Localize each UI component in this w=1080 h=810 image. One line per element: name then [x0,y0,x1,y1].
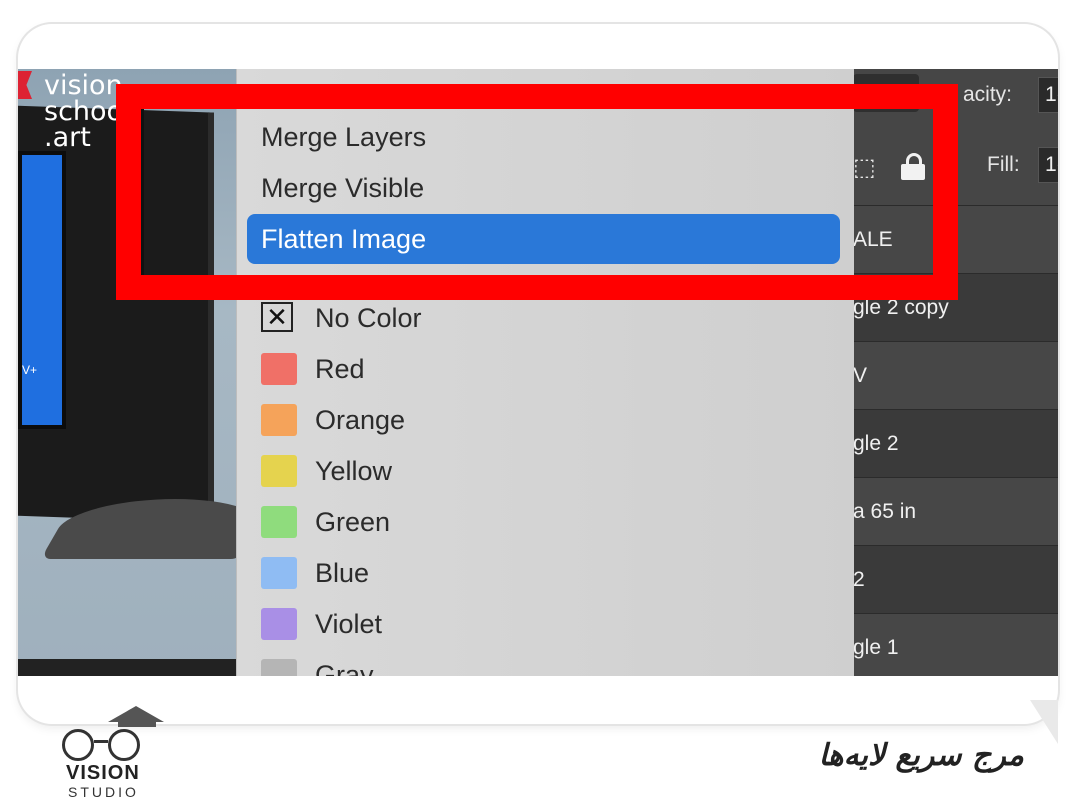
tv-screen [18,151,66,429]
color-item-yellow[interactable]: Yellow [261,451,821,491]
graduation-cap-icon [108,706,164,722]
violet-swatch [261,608,297,640]
opacity-label: acity: [963,83,1013,106]
color-item-no-color[interactable]: ✕ No Color [261,298,821,338]
close-icon: ✕ [261,302,293,332]
card-tail [1030,700,1058,744]
brand-logo: VISION STUDIO [54,704,164,804]
fill-label: Fill: [987,153,1020,176]
tv-label: V+ [22,363,38,377]
layer-row[interactable]: gle 1 [853,613,1058,676]
gray-swatch [261,659,297,676]
fill-field[interactable]: 1( [1038,147,1058,183]
opacity-field[interactable]: 1( [1038,77,1058,113]
layer-row[interactable]: V [853,341,1058,409]
red-swatch [261,353,297,385]
caption-text: مرج سریع لایه‌ها [818,738,1024,773]
color-item-blue[interactable]: Blue [261,553,821,593]
glasses-icon [108,729,140,761]
color-item-gray[interactable]: Gray [261,655,821,676]
red-logo-icon [18,71,32,99]
color-label: Violet [315,609,383,639]
color-item-orange[interactable]: Orange [261,400,821,440]
color-label: Gray [315,660,374,676]
brand-title: VISION [66,762,140,784]
color-item-green[interactable]: Green [261,502,821,542]
layer-row[interactable]: 2 [853,545,1058,613]
color-label: Yellow [315,456,393,486]
layer-row[interactable]: gle 2 [853,409,1058,477]
color-label: Red [315,354,365,384]
glasses-bridge [94,740,108,743]
orange-swatch [261,404,297,436]
cap-band [118,721,156,727]
highlight-box [116,84,958,300]
color-label: Green [315,507,391,537]
color-item-violet[interactable]: Violet [261,604,821,644]
layer-row[interactable]: a 65 in [853,477,1058,545]
blue-swatch [261,557,297,589]
green-swatch [261,506,297,538]
color-label: Blue [315,558,370,588]
color-label: No Color [315,303,422,333]
glasses-icon [62,729,94,761]
brand-subtitle: STUDIO [68,784,139,800]
color-label: Orange [315,405,406,435]
highlight-shadow-line [141,109,144,275]
yellow-swatch [261,455,297,487]
photo-base [18,659,236,676]
color-item-red[interactable]: Red [261,349,821,389]
